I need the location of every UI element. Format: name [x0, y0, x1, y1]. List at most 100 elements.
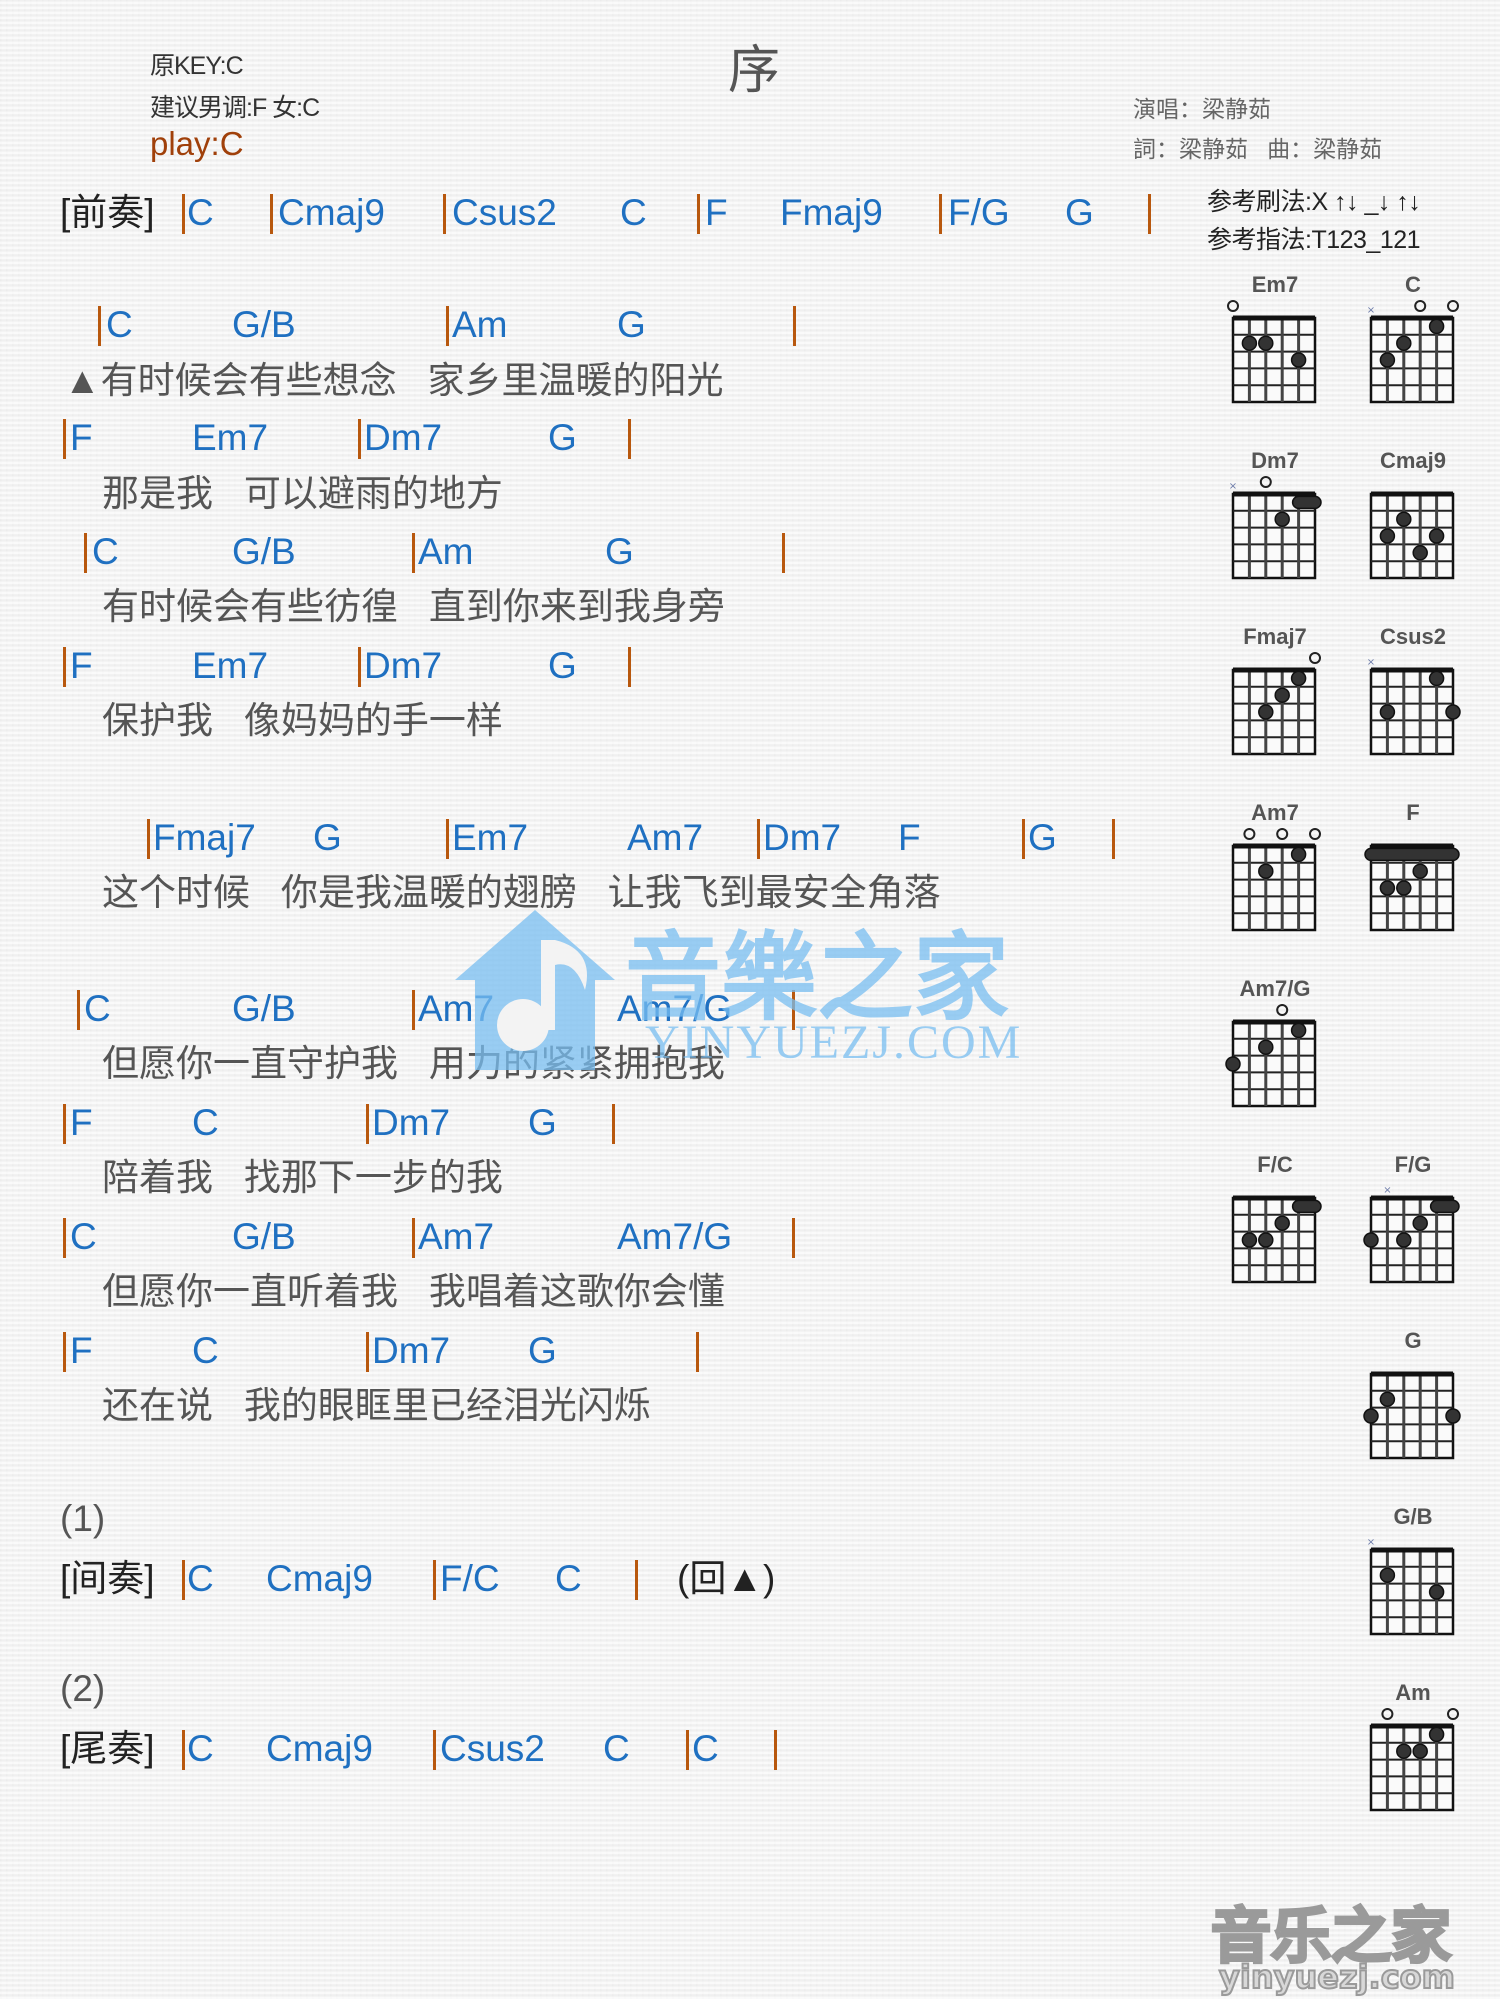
chord: C [192, 1102, 219, 1143]
chord: Am7/G [617, 1216, 733, 1257]
finger-dot [1258, 1232, 1274, 1248]
page-title: 序 [728, 42, 781, 100]
bar-line [270, 194, 273, 234]
fretboard-grid [1225, 1004, 1317, 1108]
finger-dot [1428, 670, 1445, 687]
chord: G [605, 531, 634, 572]
bar-line [63, 1332, 66, 1372]
muted-string-marker: × [1367, 305, 1375, 316]
chord: Cmaj9 [266, 1558, 373, 1599]
bar-line [182, 1560, 185, 1600]
chord: Em7 [192, 645, 269, 686]
open-string-marker [1381, 1708, 1394, 1720]
fretboard-grid [1369, 1708, 1459, 1812]
muted-string-marker: × [1367, 657, 1375, 668]
chord-diagram-name: G [1404, 1328, 1422, 1353]
chord: C [620, 192, 647, 233]
chord: C [692, 1728, 719, 1769]
chord: C [70, 1216, 97, 1257]
bar-line [84, 533, 87, 573]
finger-dot [1412, 1743, 1428, 1759]
chord: C [106, 304, 133, 345]
bar-line [147, 819, 150, 859]
chord-diagram-name: G/B [1393, 1504, 1433, 1529]
bar-line [182, 1730, 185, 1770]
corner-watermark-url: yinyuezj.com [1218, 1957, 1456, 1997]
finger-dot [1396, 1232, 1412, 1248]
open-string-marker [1276, 1004, 1289, 1016]
lyric-line: 陪着我 找那下一步的我 [102, 1157, 503, 1198]
chord: Dm7 [763, 817, 842, 858]
fretboard-grid: × [1367, 1537, 1455, 1636]
chord: C [84, 988, 111, 1029]
barre-marker [1291, 495, 1322, 510]
chord-diagram-name: Csus2 [1379, 624, 1447, 649]
fretboard-grid [1369, 491, 1455, 580]
fretboard-grid [1227, 300, 1317, 404]
pick-pattern: 参考指法:T123_121 [1207, 226, 1421, 254]
bar-line [1022, 819, 1025, 859]
finger-dot [1396, 511, 1412, 527]
bar-line [774, 1730, 777, 1770]
fretboard-grid: × [1229, 476, 1322, 580]
chord: Fmaj7 [153, 817, 256, 858]
chord: G [548, 417, 577, 458]
chord-diagram-name: Fmaj7 [1243, 624, 1307, 649]
bar-line [366, 1332, 369, 1372]
fretboard-grid [1231, 828, 1321, 932]
bar-line [77, 990, 80, 1030]
chord: G [528, 1330, 557, 1371]
chord: Cmaj9 [266, 1728, 373, 1769]
bar-line [443, 194, 446, 234]
finger-dot [1290, 846, 1307, 863]
open-string-marker [1309, 652, 1321, 664]
bar-line [63, 1104, 66, 1144]
suggested-key: 建议男调:F 女:C [150, 94, 320, 122]
chord: G [1065, 192, 1094, 233]
watermark-corner: 音乐之家 yinyuezj.com [1205, 1888, 1485, 1998]
bar-line [433, 1560, 436, 1600]
finger-dot [1412, 863, 1428, 879]
watermark-center: 音樂之家 YINYUEZJ.COM [445, 900, 1065, 1080]
finger-dot [1379, 1567, 1396, 1583]
bar-line [696, 1332, 699, 1372]
open-string-marker [1276, 828, 1289, 840]
finger-dot [1379, 1391, 1396, 1407]
chord: Dm7 [364, 417, 443, 458]
finger-dot [1396, 1743, 1412, 1759]
chord-diagram-name: F/G [1394, 1152, 1432, 1177]
strum-pattern: 参考刷法:X ↑↓ _↓ ↑↓ [1207, 188, 1421, 216]
open-string-marker [1447, 1708, 1459, 1720]
chord: F [70, 417, 93, 458]
fretboard-grid [1364, 843, 1460, 932]
bar-line [412, 533, 415, 573]
music-note-house-icon [455, 910, 615, 1070]
lyric-line: 有时候会有些彷徨 直到你来到我身旁 [102, 586, 725, 627]
fretboard-grid: × [1367, 300, 1459, 404]
fretboard-grid [1231, 1195, 1322, 1284]
finger-dot [1363, 1408, 1379, 1424]
chord: Fmaj9 [780, 192, 883, 233]
chord: G/B [232, 1216, 296, 1257]
finger-dot [1412, 545, 1428, 561]
bar-line [939, 194, 942, 234]
bar-line [358, 647, 361, 687]
open-string-marker [1259, 476, 1272, 488]
chord: G/B [232, 531, 296, 572]
finger-dot [1428, 1726, 1445, 1743]
finger-dot [1379, 880, 1396, 896]
finger-dot [1274, 511, 1290, 527]
chord: G [617, 304, 646, 345]
bar-line [358, 419, 361, 459]
finger-dot [1290, 670, 1307, 687]
barre-marker [1364, 847, 1460, 862]
chord: F [70, 1330, 93, 1371]
finger-dot [1379, 528, 1396, 544]
chord: G [548, 645, 577, 686]
lyric-line: 保护我 像妈妈的手一样 [102, 700, 503, 741]
original-key: 原KEY:C [150, 52, 244, 80]
chord-diagram-name: F [1406, 800, 1420, 825]
finger-dot [1258, 335, 1274, 351]
bar-line [366, 1104, 369, 1144]
chord: F/G [948, 192, 1010, 233]
